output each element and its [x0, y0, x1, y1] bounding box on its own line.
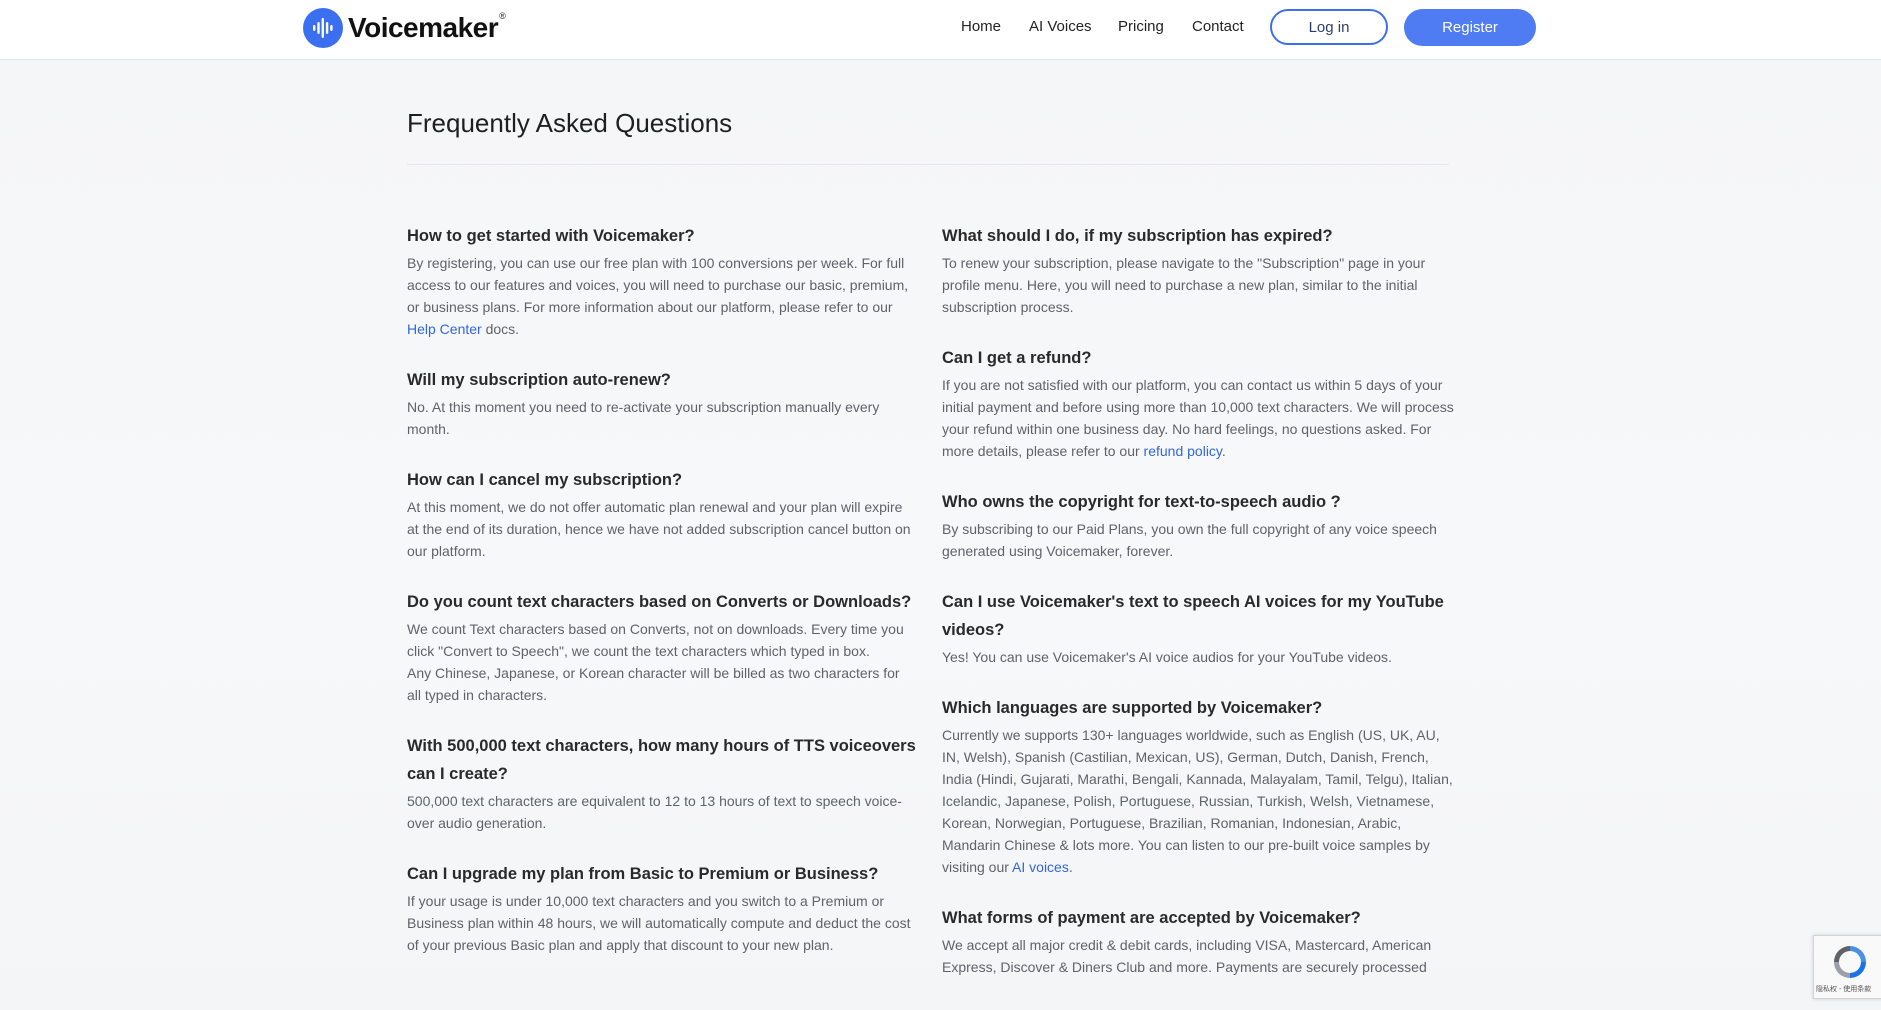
faq-question: Can I use Voicemaker's text to speech AI… — [942, 593, 1444, 639]
faq-answer-text: . — [1221, 443, 1226, 459]
faq-column-right: What should I do, if my subscription has… — [942, 222, 1454, 1004]
faq-answer-text: docs. — [481, 321, 520, 337]
recaptcha-icon — [1834, 946, 1866, 978]
faq-answer: At this moment, we do not offer automati… — [407, 499, 911, 559]
faq-question: What forms of payment are accepted by Vo… — [942, 909, 1361, 927]
faq-answer: 500,000 text characters are equivalent t… — [407, 793, 902, 831]
nav-ai-voices[interactable]: AI Voices — [1029, 18, 1092, 35]
faq-item: How can I cancel my subscription? At thi… — [407, 466, 917, 562]
faq-answer-note: Any Chinese, Japanese, or Korean charact… — [407, 665, 900, 703]
faq-item: What forms of payment are accepted by Vo… — [942, 904, 1454, 978]
register-button[interactable]: Register — [1404, 9, 1536, 46]
login-button[interactable]: Log in — [1270, 9, 1388, 45]
faq-answer-text: By registering, you can use our free pla… — [407, 255, 909, 315]
recaptcha-badge[interactable]: 隐私权 - 使用条款 — [1813, 935, 1881, 999]
faq-answer-text: . — [1068, 859, 1073, 875]
faq-answer: By subscribing to our Paid Plans, you ow… — [942, 521, 1437, 559]
faq-question: Do you count text characters based on Co… — [407, 593, 912, 611]
faq-answer: We accept all major credit & debit cards… — [942, 937, 1432, 975]
faq-question: Which languages are supported by Voicema… — [942, 699, 1323, 717]
faq-question: Can I get a refund? — [942, 349, 1092, 367]
faq-answer: No. At this moment you need to re-activa… — [407, 399, 880, 437]
faq-item: Can I use Voicemaker's text to speech AI… — [942, 588, 1454, 668]
ai-voices-link[interactable]: AI voices — [1012, 859, 1069, 875]
sound-wave-icon — [303, 8, 343, 48]
faq-question: Who owns the copyright for text-to-speec… — [942, 493, 1341, 511]
faq-answer-text: Currently we supports 130+ languages wor… — [942, 727, 1453, 875]
site-header: Voicemaker ® Home AI Voices Pricing Cont… — [0, 0, 1881, 60]
page-title: Frequently Asked Questions — [407, 108, 733, 138]
nav-contact[interactable]: Contact — [1192, 18, 1244, 35]
faq-item: With 500,000 text characters, how many h… — [407, 732, 917, 834]
faq-item: How to get started with Voicemaker? By r… — [407, 222, 917, 340]
faq-answer: To renew your subscription, please navig… — [942, 255, 1426, 315]
faq-question: Will my subscription auto-renew? — [407, 371, 671, 389]
brand-name: Voicemaker — [348, 12, 499, 43]
faq-item: Can I upgrade my plan from Basic to Prem… — [407, 860, 917, 956]
faq-answer: We count Text characters based on Conver… — [407, 621, 904, 659]
title-divider — [407, 164, 1449, 165]
faq-question: Can I upgrade my plan from Basic to Prem… — [407, 865, 879, 883]
faq-question: What should I do, if my subscription has… — [942, 227, 1333, 245]
faq-item: Can I get a refund? If you are not satis… — [942, 344, 1454, 462]
faq-answer: By registering, you can use our free pla… — [407, 252, 917, 340]
faq-column-left: How to get started with Voicemaker? By r… — [407, 222, 917, 982]
faq-answer: Yes! You can use Voicemaker's AI voice a… — [942, 649, 1392, 665]
help-center-link[interactable]: Help Center — [407, 321, 482, 337]
faq-question: How can I cancel my subscription? — [407, 471, 683, 489]
faq-item: What should I do, if my subscription has… — [942, 222, 1454, 318]
faq-answer: Currently we supports 130+ languages wor… — [942, 724, 1454, 878]
refund-policy-link[interactable]: refund policy — [1144, 443, 1222, 459]
faq-answer: If you are not satisfied with our platfo… — [942, 374, 1454, 462]
faq-question: How to get started with Voicemaker? — [407, 227, 695, 245]
faq-item: Who owns the copyright for text-to-speec… — [942, 488, 1454, 562]
faq-item: Will my subscription auto-renew? No. At … — [407, 366, 917, 440]
nav-home[interactable]: Home — [961, 18, 1001, 35]
faq-item: Do you count text characters based on Co… — [407, 588, 917, 706]
recaptcha-label[interactable]: 隐私权 - 使用条款 — [1816, 984, 1871, 994]
faq-question: With 500,000 text characters, how many h… — [407, 737, 916, 783]
faq-item: Which languages are supported by Voicema… — [942, 694, 1454, 878]
registered-mark: ® — [499, 11, 506, 21]
nav-pricing[interactable]: Pricing — [1118, 18, 1164, 35]
brand-logo[interactable]: Voicemaker ® — [303, 8, 506, 48]
faq-answer: If your usage is under 10,000 text chara… — [407, 893, 911, 953]
